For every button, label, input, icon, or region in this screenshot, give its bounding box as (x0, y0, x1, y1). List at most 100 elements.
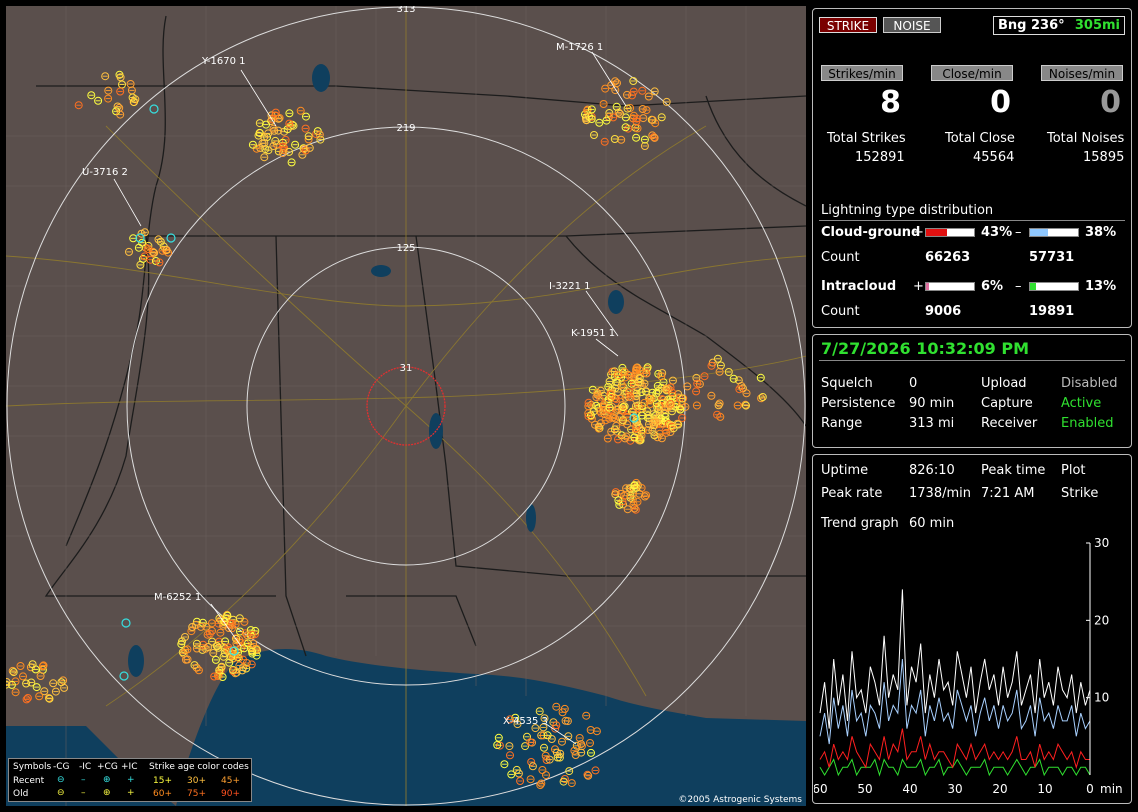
storm-cell-pointer (240, 69, 277, 127)
noises-min-button[interactable]: Noises/min (1041, 65, 1123, 81)
total-noises-value: 15895 (1083, 150, 1125, 165)
distribution-title: Lightning type distribution (821, 203, 994, 218)
storm-label-i3221: I-3221 1 (549, 281, 591, 292)
ic-positive-bar (925, 282, 975, 291)
legend-old-label: Old (13, 789, 29, 799)
cg-negative-pct: 38% (1085, 225, 1117, 240)
trend-x-tick-label: 20 (992, 782, 1007, 796)
ring-label-31: 31 (400, 363, 413, 374)
trend-y-tick-label: 10 (1094, 691, 1109, 705)
ic-negative-count: 19891 (1029, 304, 1075, 319)
ic-plus-sign: + (913, 279, 924, 294)
capture-value: Active (1061, 396, 1102, 411)
uptime-value: 826:10 (909, 463, 955, 478)
bearing-value: Bng 236° (998, 18, 1065, 33)
range-value: 313 mi (909, 416, 955, 431)
trend-y-tick-label: 30 (1094, 536, 1109, 550)
persistence-value: 90 min (909, 396, 955, 411)
close-min-value: 0 (990, 85, 1011, 120)
storm-label-y1670: Y-1670 1 (201, 56, 246, 67)
capture-label: Capture (981, 396, 1033, 411)
peak-time-label: Peak time (981, 463, 1046, 478)
legend-age-30: 30+ (187, 776, 206, 786)
recent-strike-marker (135, 233, 145, 243)
recent-strike-marker (149, 104, 159, 114)
legend-old-pos-ic-icon: + (127, 788, 135, 798)
strike-mode-button[interactable]: STRIKE (819, 17, 877, 33)
close-min-button[interactable]: Close/min (931, 65, 1013, 81)
peak-rate-value: 1738/min (909, 486, 971, 501)
legend-old-neg-ic-icon: – (81, 788, 86, 798)
upload-label: Upload (981, 376, 1027, 391)
legend-col-pos-ic: +IC (121, 762, 138, 772)
gulf-of-mexico (176, 649, 806, 806)
bearing-readout: Bng 236° 305mi (993, 16, 1125, 35)
noises-min-value: 0 (1100, 85, 1121, 120)
ic-positive-pct: 6% (981, 279, 1004, 294)
cg-positive-count: 66263 (925, 250, 971, 265)
trend-x-unit: min (1100, 782, 1123, 796)
squelch-label: Squelch (821, 376, 873, 391)
upload-value: Disabled (1061, 376, 1118, 391)
recent-strike-marker (166, 233, 176, 243)
trend-series-ic (819, 758, 1091, 777)
squelch-value: 0 (909, 376, 918, 391)
legend-old-neg-cg-icon: ⊖ (57, 788, 65, 798)
symbol-legend: Symbols -CG -IC +CG +IC Strike age color… (8, 758, 252, 802)
trend-x-tick-label: 50 (857, 782, 872, 796)
cg-negative-count: 57731 (1029, 250, 1075, 265)
storm-label-u3716: U-3716 2 (82, 167, 128, 178)
trend-y-tick-label: 20 (1094, 613, 1109, 627)
cg-positive-fill (926, 229, 947, 236)
cg-negative-bar (1029, 228, 1079, 237)
legend-age-75: 75+ (187, 789, 206, 799)
storm-label-m6252: M-6252 1 (154, 592, 201, 603)
legend-recent-neg-ic-icon: – (81, 775, 86, 785)
trend-x-tick-label: 10 (1037, 782, 1052, 796)
trend-series-cg_neg (819, 658, 1091, 745)
uptime-label: Uptime (821, 463, 869, 478)
intracloud-label: Intracloud (821, 279, 897, 294)
cloud-ground-label: Cloud-ground (821, 225, 921, 240)
cg-minus-sign: – (1015, 225, 1022, 240)
ic-negative-bar (1029, 282, 1079, 291)
noise-mode-button[interactable]: NOISE (883, 17, 941, 33)
datetime-display: 7/27/2026 10:32:09 PM (821, 339, 1029, 358)
ring-label-125: 125 (396, 243, 415, 254)
recent-strike-marker (119, 671, 129, 681)
ic-count-label: Count (821, 304, 860, 319)
legend-recent-neg-cg-icon: ⊖ (57, 775, 65, 785)
ic-negative-fill (1030, 283, 1037, 290)
ic-minus-sign: – (1015, 279, 1022, 294)
legend-recent-label: Recent (13, 776, 45, 786)
distribution-divider (819, 220, 1125, 221)
legend-recent-pos-ic-icon: + (127, 775, 135, 785)
trend-series-cg_pos (819, 728, 1090, 770)
total-noises-label: Total Noises (1047, 131, 1125, 146)
cg-positive-pct: 43% (981, 225, 1013, 240)
strikes-min-button[interactable]: Strikes/min (821, 65, 903, 81)
legend-symbols-label: Symbols (13, 762, 52, 772)
plot-value[interactable]: Strike (1061, 486, 1098, 501)
settings-divider (819, 360, 1125, 361)
strikes-min-value: 8 (880, 85, 901, 120)
legend-col-pos-cg: +CG (97, 762, 118, 772)
persistence-label: Persistence (821, 396, 896, 411)
total-strikes-value: 152891 (855, 150, 905, 165)
legend-age-title: Strike age color codes (149, 762, 249, 772)
ic-negative-pct: 13% (1085, 279, 1117, 294)
receiver-value: Enabled (1061, 416, 1114, 431)
storm-cell-pointer (595, 338, 619, 357)
total-close-value: 45564 (973, 150, 1015, 165)
storm-cell-pointer (591, 51, 627, 107)
ic-positive-count: 9006 (925, 304, 962, 319)
lightning-map[interactable]: 31 125 219 313 Y-1670 1 M-1726 1 U-3716 … (6, 6, 806, 806)
legend-recent-pos-cg-icon: ⊕ (103, 775, 111, 785)
legend-old-pos-cg-icon: ⊕ (103, 788, 111, 798)
trend-x-tick-label: 40 (902, 782, 917, 796)
storm-label-k1951: K-1951 1 (571, 328, 615, 339)
settings-panel: 7/27/2026 10:32:09 PM Squelch 0 Upload D… (812, 334, 1132, 448)
map-canvas: 31 125 219 313 Y-1670 1 M-1726 1 U-3716 … (6, 6, 806, 806)
distance-value: 305mi (1074, 18, 1120, 33)
strike-status-panel: STRIKE NOISE Bng 236° 305mi Strikes/min … (812, 8, 1132, 328)
